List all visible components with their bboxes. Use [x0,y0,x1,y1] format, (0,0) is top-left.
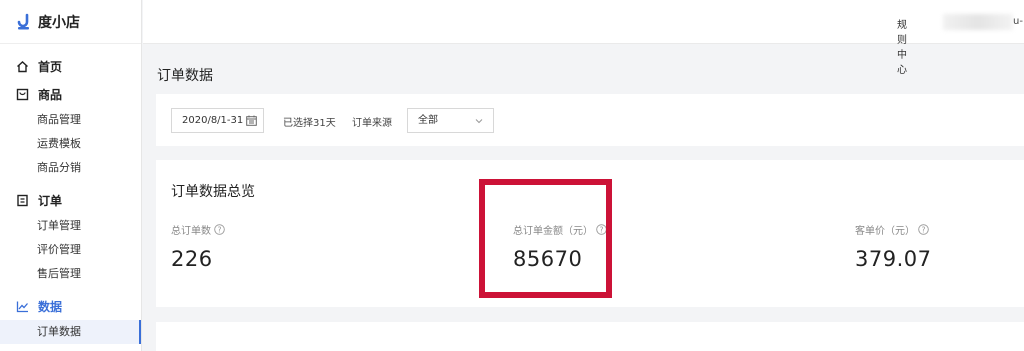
next-section-card [156,322,1024,351]
sidebar-group-data[interactable]: 数据 [0,292,141,320]
rules-center-link[interactable]: 规则中心 [897,16,907,76]
page-title: 订单数据 [157,68,213,84]
metric-label-avg-order-value: 客单价（元） ? [855,222,929,237]
highlight-box [479,179,612,298]
order-source-value: 全部 [418,115,438,126]
sidebar-item-shipping-template[interactable]: 运费模板 [0,132,141,156]
sidebar-group-goods[interactable]: 商品 [0,80,141,108]
user-name-blurred [943,14,1013,30]
selected-days-text: 已选择31天 [283,118,336,129]
calendar-icon [246,115,257,126]
metric-label-text: 总订单数 [171,226,211,237]
sidebar-item-label: 首页 [38,59,63,74]
sidebar-item-goods-manage[interactable]: 商品管理 [0,108,141,132]
sidebar-item-home[interactable]: 首页 [0,52,141,80]
filter-bar: 2020/8/1-31 已选择31天 订单来源 全部 [156,94,1024,146]
sidebar-item-order-data[interactable]: 订单数据 [0,320,141,344]
duxiaodian-logo-icon [17,13,29,29]
sidebar-item-goods-distribution[interactable]: 商品分销 [0,156,141,180]
sidebar-group-label: 订单 [38,193,63,208]
order-source-select[interactable]: 全部 [407,108,494,133]
home-icon [16,60,29,73]
goods-icon [16,88,29,101]
sidebar-nav: 首页 商品 商品管理 运费模板 商品分销 订单 订单管理 评价管理 售后管理 数… [0,44,141,344]
sidebar-item-aftersale-manage[interactable]: 售后管理 [0,262,141,286]
overview-title: 订单数据总览 [171,184,255,200]
help-icon[interactable]: ? [214,224,225,235]
sidebar-group-label: 数据 [38,299,63,314]
sidebar-group-label: 商品 [38,87,63,102]
chart-line-icon [16,300,29,313]
order-source-label: 订单来源 [352,118,392,129]
svg-text:?: ? [922,225,926,234]
sidebar-item-order-manage[interactable]: 订单管理 [0,214,141,238]
date-range-picker[interactable]: 2020/8/1-31 [171,108,264,133]
metric-label-text: 客单价（元） [855,226,915,237]
svg-text:?: ? [218,225,222,234]
sidebar: 度小店 首页 商品 商品管理 运费模板 商品分销 订单 订单管理 评价管理 售后… [0,0,142,351]
help-icon[interactable]: ? [918,224,929,235]
top-bar: 规则中心 u- [143,0,1024,76]
metric-value-total-orders: 226 [171,247,213,271]
sidebar-item-review-manage[interactable]: 评价管理 [0,238,141,262]
chevron-down-icon [475,119,483,124]
metric-value-avg-order-value: 379.07 [855,247,932,271]
metric-label-total-orders: 总订单数 ? [171,222,225,237]
logo[interactable]: 度小店 [0,0,141,44]
date-range-value: 2020/8/1-31 [182,115,244,126]
user-name-tail[interactable]: u- [1013,16,1023,27]
sidebar-group-orders[interactable]: 订单 [0,186,141,214]
order-icon [16,194,29,207]
logo-text: 度小店 [38,14,80,31]
